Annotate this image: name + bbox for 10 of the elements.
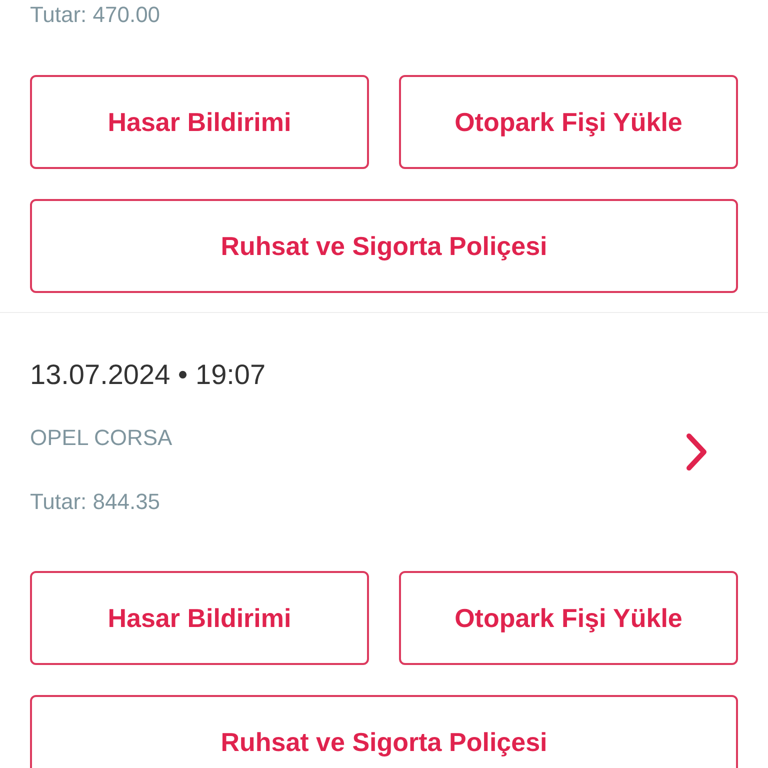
action-button[interactable]: Hasar Bildirimi: [30, 75, 369, 169]
action-button[interactable]: Ruhsat ve Sigorta Poliçesi: [30, 199, 738, 293]
action-button[interactable]: Hasar Bildirimi: [30, 571, 369, 665]
amount-text: Tutar: 470.00: [30, 1, 160, 29]
action-button[interactable]: Otopark Fişi Yükle: [399, 571, 738, 665]
action-button[interactable]: Ruhsat ve Sigorta Poliçesi: [30, 695, 738, 768]
vehicle-name: OPEL CORSA: [30, 424, 174, 452]
transaction-date: 13.07.2024 • 19:07: [30, 358, 266, 392]
amount-text: Tutar: 844.35: [30, 488, 162, 516]
action-button[interactable]: Otopark Fişi Yükle: [399, 75, 738, 169]
